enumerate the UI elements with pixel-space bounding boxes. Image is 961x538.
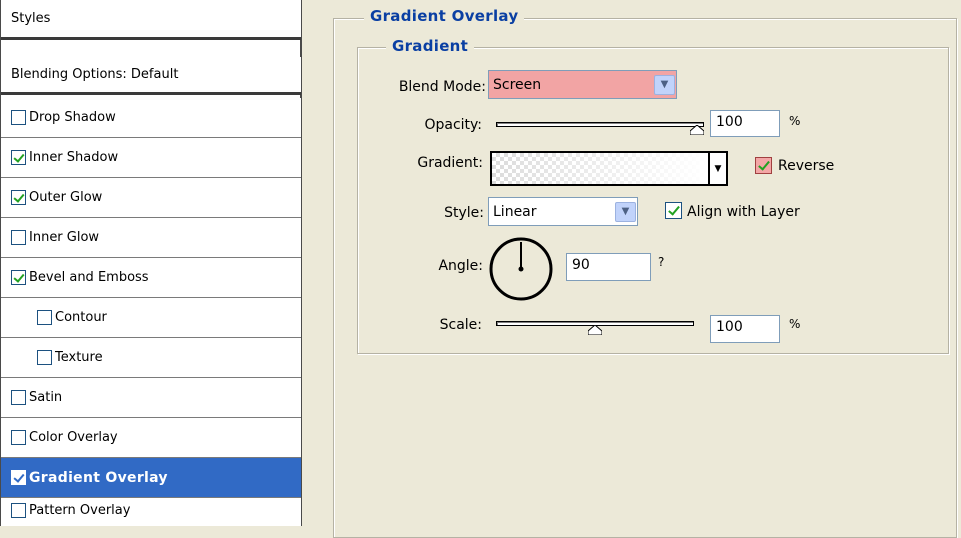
bevel-emboss-checkbox[interactable] [11,270,26,285]
style-item-satin[interactable]: Satin [1,378,301,418]
opacity-label: Opacity: [424,117,482,133]
caret-down-icon: ▼ [714,163,722,174]
opacity-input[interactable]: 100 [710,110,780,137]
style-item-label: Outer Glow [29,190,103,205]
style-item-label: Color Overlay [29,430,118,445]
style-item-inner-glow[interactable]: Inner Glow [1,218,301,258]
satin-checkbox[interactable] [11,390,26,405]
style-item-label: Contour [55,310,107,325]
angle-input[interactable]: 90 [566,253,651,281]
chevron-down-icon: ▼ [615,201,636,222]
style-item-label: Bevel and Emboss [29,270,149,285]
style-label: Style: [444,205,484,221]
inner-glow-checkbox[interactable] [11,230,26,245]
angle-label: Angle: [438,258,483,274]
drop-shadow-checkbox[interactable] [11,110,26,125]
style-item-outer-glow[interactable]: Outer Glow [1,178,301,218]
blend-mode-label: Blend Mode: [398,79,486,95]
scale-slider-thumb[interactable] [588,325,602,335]
blending-options-item[interactable]: Blending Options: Default [1,57,301,95]
gradient-picker-button[interactable]: ▼ [710,151,728,186]
style-item-gradient-overlay[interactable]: Gradient Overlay [1,458,301,498]
style-item-label: Satin [29,390,63,405]
style-item-inner-shadow[interactable]: Inner Shadow [1,138,301,178]
style-item-bevel-emboss[interactable]: Bevel and Emboss [1,258,301,298]
inner-shadow-checkbox[interactable] [11,150,26,165]
color-overlay-checkbox[interactable] [11,430,26,445]
reverse-checkbox[interactable] [755,157,772,174]
pattern-overlay-checkbox[interactable] [11,503,26,518]
styles-list: Styles Blending Options: Default Drop Sh… [0,0,302,526]
scale-label: Scale: [439,317,482,333]
scale-unit: % [789,317,801,331]
group-title: Gradient [386,37,475,55]
style-item-contour[interactable]: Contour [1,298,301,338]
gradient-overlay-checkbox[interactable] [11,470,26,485]
styles-header[interactable]: Styles [1,0,301,40]
gradient-overlay-panel: Gradient Overlay Gradient Blend Mode: Sc… [318,0,958,538]
style-item-label: Gradient Overlay [29,469,168,486]
style-value: Linear [493,203,537,220]
blend-mode-dropdown[interactable]: Screen ▼ [488,70,677,99]
section-title: Gradient Overlay [364,7,525,25]
style-dropdown[interactable]: Linear ▼ [488,197,638,226]
opacity-unit: % [789,114,801,128]
style-item-label: Inner Glow [29,230,100,245]
style-item-label: Inner Shadow [29,150,119,165]
outer-glow-checkbox[interactable] [11,190,26,205]
texture-checkbox[interactable] [37,350,52,365]
style-item-label: Texture [55,350,103,365]
chevron-down-icon: ▼ [654,74,675,95]
align-with-layer-checkbox[interactable] [665,202,682,219]
style-item-label: Drop Shadow [29,110,116,125]
opacity-slider-thumb[interactable] [690,125,704,135]
gradient-label: Gradient: [417,155,483,171]
contour-checkbox[interactable] [37,310,52,325]
style-item-color-overlay[interactable]: Color Overlay [1,418,301,458]
gradient-preview[interactable] [490,151,710,186]
reverse-label: Reverse [778,158,835,174]
align-with-layer-label: Align with Layer [687,204,800,220]
blending-options-label: Blending Options: Default [11,67,179,82]
styles-title: Styles [11,11,51,26]
style-item-texture[interactable]: Texture [1,338,301,378]
scale-input[interactable]: 100 [710,315,780,343]
opacity-slider[interactable] [496,122,704,127]
angle-dial[interactable] [488,236,554,302]
style-item-pattern-overlay[interactable]: Pattern Overlay [1,498,301,526]
style-item-drop-shadow[interactable]: Drop Shadow [1,98,301,138]
angle-unit: ? [658,255,665,269]
style-item-label: Pattern Overlay [29,503,131,518]
blend-mode-value: Screen [493,76,542,93]
